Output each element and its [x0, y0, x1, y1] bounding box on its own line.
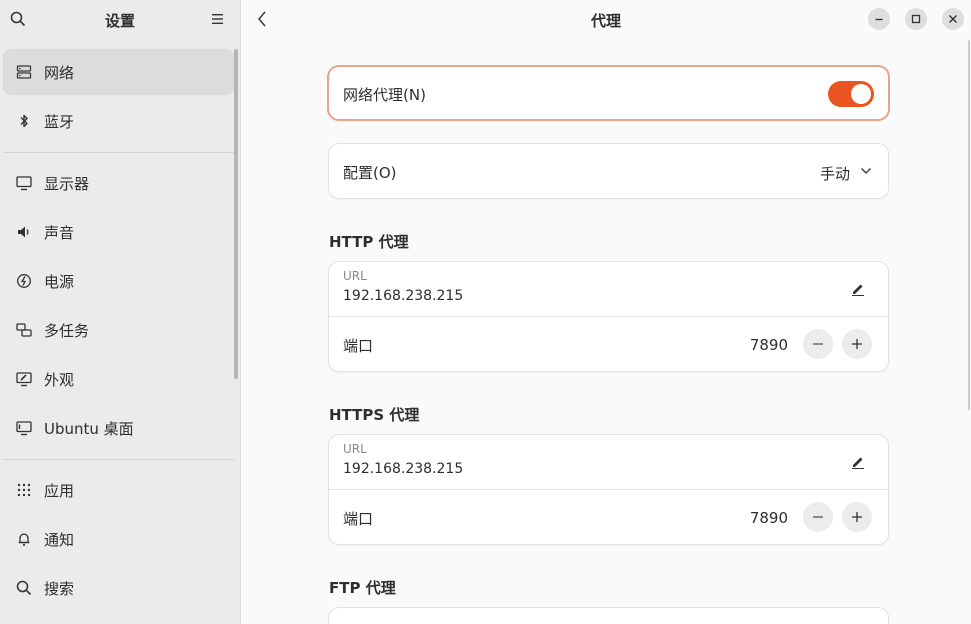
sidebar-item-bluetooth[interactable]: 蓝牙 [3, 98, 234, 144]
header-bar: 代理 [241, 0, 971, 38]
http-port-label: 端口 [343, 337, 374, 355]
sidebar-item-ubuntu-desktop[interactable]: Ubuntu 桌面 [3, 405, 234, 451]
close-icon [949, 15, 957, 23]
hamburger-menu-icon[interactable] [210, 13, 224, 25]
sidebar-item-display[interactable]: 显示器 [3, 160, 234, 206]
page-title: 代理 [590, 12, 621, 30]
content-scrollbar[interactable] [968, 40, 970, 410]
https-url-field[interactable]: 192.168.238.215 [343, 461, 463, 477]
sidebar-item-notifications[interactable]: 通知 [3, 516, 234, 562]
sidebar-item-label: 多任务 [44, 322, 90, 340]
chevron-down-icon[interactable] [860, 167, 872, 175]
row-divider [329, 489, 888, 490]
http-proxy-card: URL 192.168.238.215 端口 7890 [329, 262, 888, 371]
row-divider [329, 316, 888, 317]
maximize-icon [911, 14, 921, 24]
edit-icon[interactable] [850, 454, 866, 470]
config-label: 配置(O) [343, 164, 397, 182]
sidebar-item-appearance[interactable]: 外观 [3, 356, 234, 402]
https-port-value[interactable]: 7890 [750, 509, 788, 527]
sidebar-item-label: Ubuntu 桌面 [44, 420, 134, 438]
sidebar-separator [3, 459, 234, 460]
sidebar-item-label: 电源 [44, 273, 75, 291]
apps-icon [17, 483, 31, 497]
sound-icon [18, 226, 29, 238]
network-icon [16, 65, 32, 79]
power-icon [17, 274, 31, 288]
edit-icon[interactable] [850, 281, 866, 297]
bell-icon [18, 533, 30, 546]
close-button[interactable] [942, 8, 964, 30]
sidebar-item-apps[interactable]: 应用 [3, 467, 234, 513]
sidebar-scrollbar[interactable] [234, 49, 238, 379]
sidebar: 设置 网络 蓝牙 显示器 声音 电源 多任务 外观 Ubuntu 桌面 应用 通… [0, 0, 241, 624]
appearance-icon [16, 372, 32, 387]
http-url-caption: URL [343, 269, 367, 283]
sidebar-item-label: 显示器 [44, 175, 90, 193]
sidebar-item-label: 外观 [44, 371, 75, 389]
http-url-field[interactable]: 192.168.238.215 [343, 288, 463, 304]
plus-icon [852, 339, 862, 349]
bluetooth-icon [20, 114, 28, 128]
switch-knob [851, 84, 871, 104]
sidebar-item-label: 蓝牙 [44, 113, 75, 131]
ftp-proxy-title: FTP 代理 [329, 579, 396, 597]
sidebar-title: 设置 [104, 12, 135, 30]
https-proxy-title: HTTPS 代理 [329, 406, 420, 424]
network-proxy-row[interactable]: 网络代理(N) [329, 67, 888, 119]
sidebar-item-network[interactable]: 网络 [3, 49, 234, 95]
sidebar-item-label: 应用 [44, 482, 75, 500]
ubuntu-desktop-icon [16, 421, 32, 436]
sidebar-item-label: 通知 [44, 531, 75, 549]
minus-icon [813, 516, 823, 518]
https-url-caption: URL [343, 442, 367, 456]
https-port-label: 端口 [343, 510, 374, 528]
sidebar-item-label: 搜索 [44, 580, 75, 598]
config-row[interactable]: 配置(O) 手动 [329, 144, 888, 198]
https-port-increment-button[interactable] [842, 502, 872, 532]
sidebar-item-label: 声音 [44, 224, 75, 242]
ftp-proxy-card [329, 608, 888, 624]
http-proxy-title: HTTP 代理 [329, 233, 409, 251]
https-port-decrement-button[interactable] [803, 502, 833, 532]
sidebar-item-search[interactable]: 搜索 [3, 565, 234, 611]
config-value[interactable]: 手动 [820, 163, 850, 184]
sidebar-item-power[interactable]: 电源 [3, 258, 234, 304]
maximize-button[interactable] [905, 8, 927, 30]
minimize-button[interactable] [868, 8, 890, 30]
sidebar-item-label: 网络 [44, 64, 75, 82]
sidebar-separator [3, 152, 234, 153]
plus-icon [852, 512, 862, 522]
http-port-value[interactable]: 7890 [750, 336, 788, 354]
display-icon [16, 176, 32, 191]
minus-icon [813, 343, 823, 345]
http-port-decrement-button[interactable] [803, 329, 833, 359]
network-proxy-switch[interactable] [828, 81, 874, 107]
multitasking-icon [16, 323, 32, 337]
sidebar-item-multitasking[interactable]: 多任务 [3, 307, 234, 353]
https-proxy-card: URL 192.168.238.215 端口 7890 [329, 435, 888, 544]
minimize-icon [875, 18, 883, 21]
sidebar-header: 设置 [0, 0, 240, 38]
search-icon [16, 580, 32, 596]
http-port-increment-button[interactable] [842, 329, 872, 359]
sidebar-item-sound[interactable]: 声音 [3, 209, 234, 255]
network-proxy-label: 网络代理(N) [343, 86, 426, 104]
